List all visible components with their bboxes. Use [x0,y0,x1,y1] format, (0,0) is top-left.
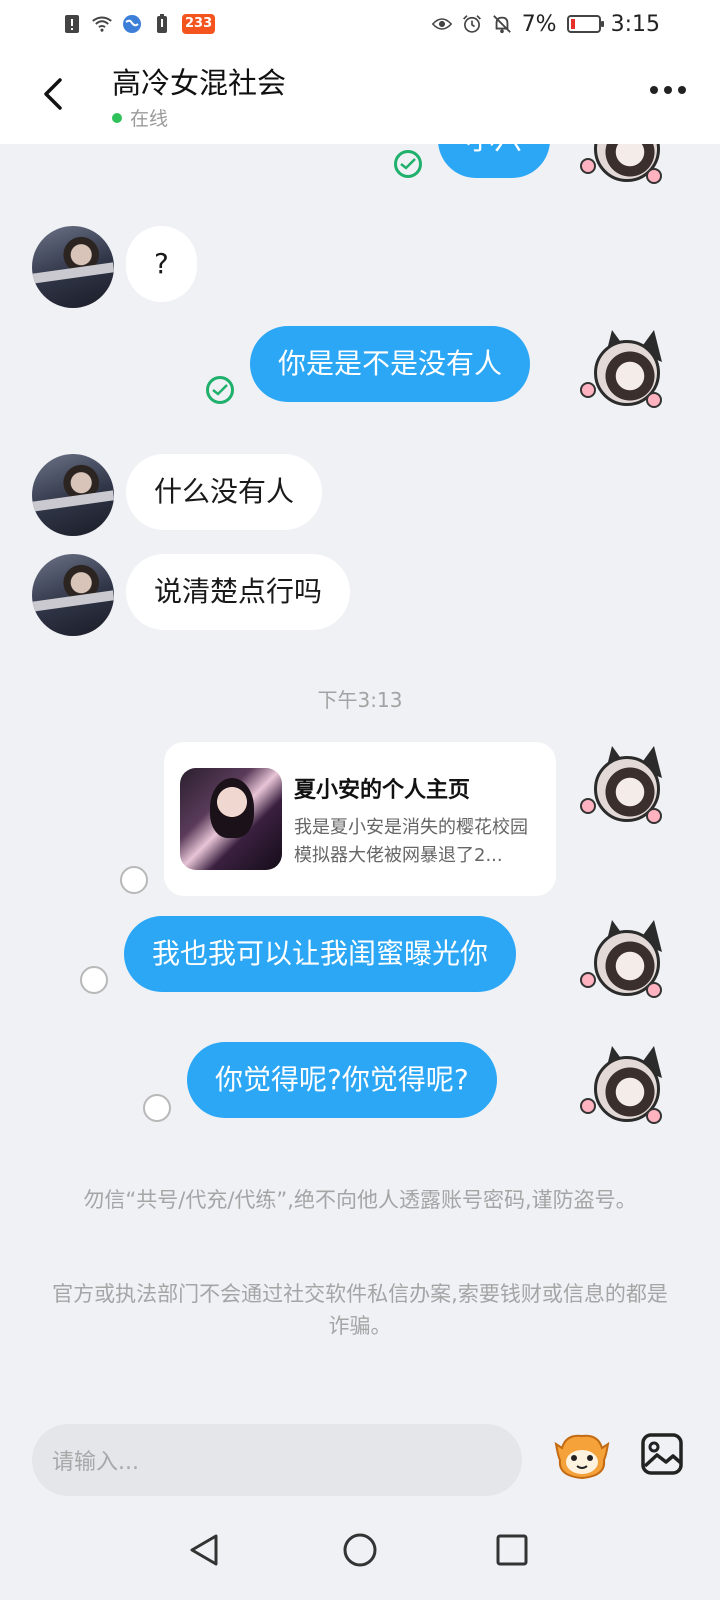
more-dot-icon [678,86,686,94]
self-avatar[interactable] [576,326,672,424]
message-input[interactable]: 请输入... [32,1424,522,1496]
mute-bell-icon [492,13,512,35]
read-check-icon [394,150,422,178]
message-bubble-out[interactable]: 我也我可以让我闺蜜曝光你 [124,916,517,992]
self-avatar[interactable] [576,144,672,200]
emoji-button[interactable] [552,1426,612,1486]
contact-avatar[interactable] [32,554,114,636]
image-picker-button[interactable] [640,1432,684,1476]
nav-home-icon [343,1533,377,1567]
more-dot-icon [664,86,672,94]
battery-icon [566,15,604,33]
alarm-icon [462,13,482,35]
chat-area[interactable]: 小六 ? 你是是不是没有人 什么没有人 说清楚点行吗 下午3:13 夏小安的个人… [0,144,720,1396]
image-icon [641,1433,683,1475]
chat-title: 高冷女混社会 [112,66,287,100]
online-dot-icon [112,112,122,123]
back-arrow-icon [44,78,62,110]
nav-home-button[interactable] [340,1530,380,1570]
contact-avatar[interactable] [32,454,114,536]
nav-recents-icon [496,1534,528,1566]
battery-alert-icon [152,13,172,35]
profile-share-card[interactable]: 夏小安的个人主页 我是夏小安是消失的樱花校园模拟器大佬被网暴退了2... [164,742,556,896]
battery-percent: 7% [521,11,557,37]
wifi-icon [92,13,112,35]
online-status: 在线 [112,104,168,131]
more-dot-icon [650,86,658,94]
message-bubble-in[interactable]: 说清楚点行吗 [126,554,351,630]
mascot-emoji-icon [554,1434,610,1480]
system-nav-bar [0,1508,720,1600]
message-timestamp: 下午3:13 [317,688,403,712]
profile-card-description: 我是夏小安是消失的樱花校园模拟器大佬被网暴退了2... [294,817,528,866]
unread-status-icon [80,966,108,994]
read-check-icon [206,376,234,404]
eye-icon [431,13,452,35]
chat-header: 高冷女混社会 在线 [0,48,720,144]
globe-icon [122,13,142,35]
alert-sim-icon [62,13,82,35]
nav-back-button[interactable] [184,1530,224,1570]
back-button[interactable] [36,74,72,114]
unread-status-icon [120,866,148,894]
message-bubble-out[interactable]: 你觉得呢?你觉得呢? [187,1042,497,1118]
online-status-label: 在线 [130,108,169,130]
self-avatar[interactable] [576,916,672,1014]
message-bubble-out[interactable]: 小六 [438,144,551,178]
more-options-button[interactable] [650,86,686,94]
status-bar-left: 233 [62,13,216,35]
message-bubble-in[interactable]: 什么没有人 [126,454,323,530]
safety-notice: 官方或执法部门不会通过社交软件私信办案,索要钱财或信息的都是诈骗。 [52,1282,668,1338]
clock: 3:15 [610,11,660,37]
profile-card-title: 夏小安的个人主页 [294,778,471,803]
self-avatar[interactable] [576,742,672,840]
status-bar: 233 7% 3:15 [0,0,720,48]
nav-recents-button[interactable] [492,1530,532,1570]
input-bar: 请输入... [0,1396,720,1508]
status-bar-right: 7% 3:15 [431,11,660,37]
message-bubble-in[interactable]: ? [126,226,197,302]
safety-notice: 勿信“共号/代充/代练”,绝不向他人透露账号密码,谨防盗号。 [83,1188,637,1212]
self-avatar[interactable] [576,1042,672,1140]
profile-card-thumbnail [180,768,282,870]
nav-back-icon [190,1534,218,1566]
contact-avatar[interactable] [32,226,114,308]
app-233-badge: 233 [182,14,216,34]
unread-status-icon [143,1094,171,1122]
message-bubble-out[interactable]: 你是是不是没有人 [250,326,531,402]
